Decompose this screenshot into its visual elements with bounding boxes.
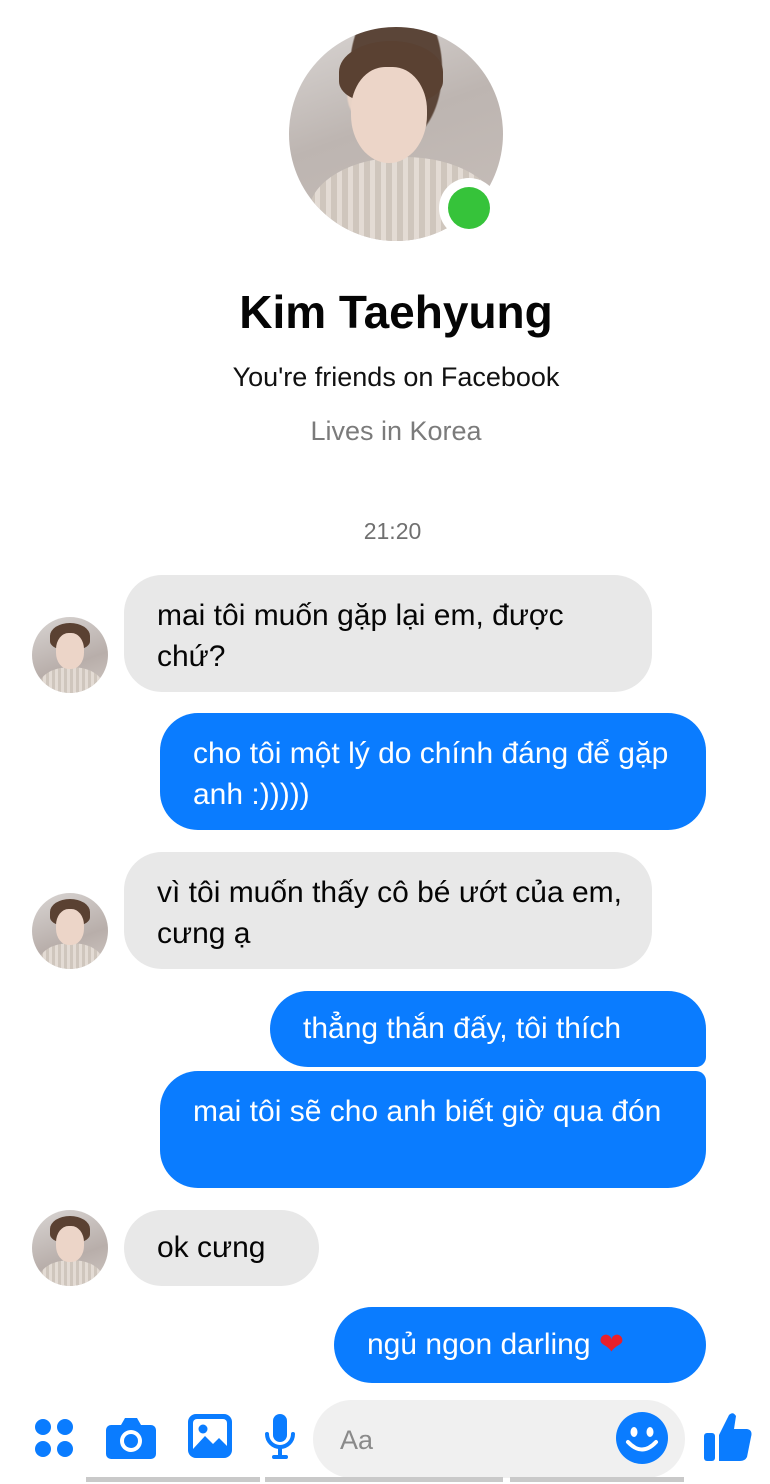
message-text: ngủ ngon darling	[367, 1328, 591, 1361]
incoming-message-bubble[interactable]: mai tôi muốn gặp lại em, được chứ?	[124, 575, 652, 692]
incoming-message-bubble[interactable]: ok cưng	[124, 1210, 319, 1286]
outgoing-message-bubble[interactable]: ngủ ngon darling ❤	[334, 1307, 706, 1383]
message-text: vì tôi muốn thấy cô bé ướt của em, cưng …	[157, 876, 622, 950]
contact-name[interactable]: Kim Taehyung	[0, 285, 770, 339]
home-indicator	[510, 1477, 684, 1482]
online-status-indicator	[439, 178, 499, 238]
outgoing-message-bubble[interactable]: thẳng thắn đấy, tôi thích	[270, 991, 706, 1067]
message-input[interactable]	[338, 1421, 602, 1459]
message-composer[interactable]	[313, 1400, 685, 1478]
home-indicator	[265, 1477, 503, 1482]
apps-icon[interactable]	[33, 1417, 75, 1459]
home-indicator	[86, 1477, 260, 1482]
message-timestamp: 21:20	[363, 518, 422, 544]
outgoing-message-bubble[interactable]: mai tôi sẽ cho anh biết giờ qua đón	[160, 1071, 706, 1188]
gallery-icon[interactable]	[187, 1413, 233, 1459]
message-text: cho tôi một lý do chính đáng để gặp anh …	[193, 737, 669, 811]
incoming-message-bubble[interactable]: vì tôi muốn thấy cô bé ướt của em, cưng …	[124, 852, 652, 969]
microphone-icon[interactable]	[264, 1413, 296, 1461]
heart-emoji: ❤	[598, 1328, 625, 1361]
like-icon[interactable]	[703, 1411, 753, 1463]
message-text: thẳng thắn đấy, tôi thích	[303, 1012, 622, 1045]
camera-icon[interactable]	[105, 1413, 157, 1461]
friendship-status: You're friends on Facebook	[232, 362, 560, 392]
contact-location: Lives in Korea	[310, 416, 482, 446]
sender-avatar[interactable]	[32, 893, 108, 969]
message-text: mai tôi sẽ cho anh biết giờ qua đón	[193, 1095, 662, 1128]
message-text: ok cưng	[157, 1231, 266, 1264]
emoji-icon[interactable]	[615, 1411, 669, 1465]
message-text: mai tôi muốn gặp lại em, được chứ?	[157, 599, 564, 673]
outgoing-message-bubble[interactable]: cho tôi một lý do chính đáng để gặp anh …	[160, 713, 706, 830]
sender-avatar[interactable]	[32, 1210, 108, 1286]
sender-avatar[interactable]	[32, 617, 108, 693]
